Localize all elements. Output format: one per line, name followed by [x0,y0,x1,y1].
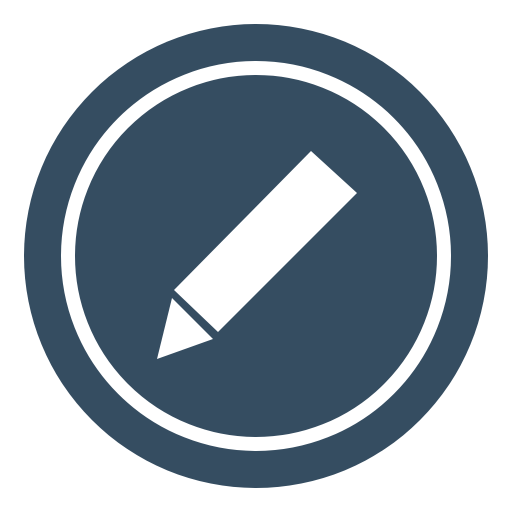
edit-pencil-icon [24,24,488,488]
edit-button[interactable] [0,0,512,512]
